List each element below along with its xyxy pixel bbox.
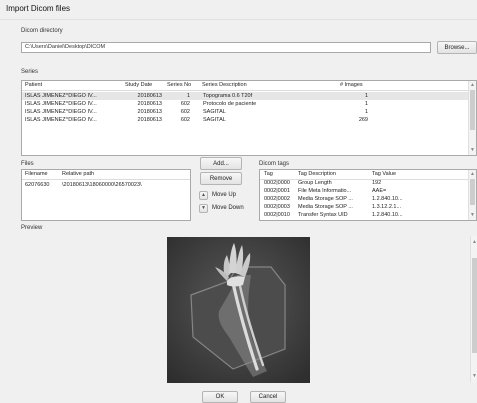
series-row[interactable]: ISLAS JIMENEZ^DIEGO IV... 20180613 602 S…: [22, 116, 471, 124]
series-col-patient[interactable]: Patient: [25, 81, 42, 90]
series-row[interactable]: ISLAS JIMENEZ^DIEGO IV... 20180613 602 P…: [22, 100, 471, 108]
tags-row[interactable]: 0002|0003 Media Storage SOP ... 1.3.12.2…: [260, 203, 471, 211]
remove-button[interactable]: Remove: [200, 172, 242, 185]
dicom-tags-label: Dicom tags: [259, 161, 290, 167]
tag-cell-tag: 0002|0001: [264, 188, 290, 194]
series-cell-desc: SAGITAL: [203, 109, 226, 115]
window-title: Import Dicom files: [6, 4, 71, 13]
series-col-study-date[interactable]: Study Date: [125, 81, 152, 90]
tag-cell-value: 192: [372, 180, 382, 186]
series-col-series-no[interactable]: Series No: [167, 81, 191, 90]
series-label: Series: [21, 69, 39, 75]
xray-preview-image: [167, 237, 310, 383]
tags-row[interactable]: 0002|0001 File Meta Informatio... AAE=: [260, 187, 471, 195]
series-cell-no: 602: [180, 109, 190, 115]
tag-cell-value: AAE=: [372, 188, 387, 194]
series-cell-images: 1: [364, 109, 368, 115]
move-down-label: Move Down: [212, 205, 244, 211]
tags-row[interactable]: 0002|0000 Group Length 192: [260, 179, 471, 187]
move-up-label: Move Up: [212, 192, 237, 198]
series-cell-no: 1: [186, 93, 190, 99]
series-cell-images: 1: [364, 101, 368, 107]
move-up-control[interactable]: ▲ Move Up: [199, 190, 249, 200]
tags-col-description[interactable]: Tag Description: [298, 170, 336, 179]
series-table[interactable]: Patient Study Date Series No Series Desc…: [21, 80, 477, 156]
dicom-directory-label: Dicom directory: [21, 28, 63, 34]
tags-col-value[interactable]: Tag Value: [372, 170, 396, 179]
dicom-tags-table[interactable]: Tag Tag Description Tag Value 0002|0000 …: [259, 169, 477, 221]
series-cell-no: 602: [180, 101, 190, 107]
series-col-description[interactable]: Series Description: [202, 81, 247, 90]
tag-cell-value: 1.3.12.2.1...: [372, 204, 402, 210]
files-table-header: Filename Relative path: [22, 170, 190, 180]
series-cell-patient: ISLAS JIMENEZ^DIEGO IV...: [25, 109, 97, 115]
ok-button[interactable]: OK: [202, 391, 238, 403]
files-table[interactable]: Filename Relative path 62076630 \2018061…: [21, 169, 191, 221]
tag-cell-value: 1.2.840.10...: [372, 212, 403, 218]
title-separator: [0, 19, 477, 20]
series-row[interactable]: ISLAS JIMENEZ^DIEGO IV... 20180613 1 Top…: [22, 92, 471, 100]
files-row[interactable]: 62076630 \20180613\18060000\26570023\: [22, 181, 190, 189]
files-col-relative-path[interactable]: Relative path: [62, 170, 94, 179]
scroll-up-icon[interactable]: ▲: [472, 240, 477, 245]
tag-cell-desc: Group Length: [298, 180, 332, 186]
series-cell-date: 20180613: [137, 117, 162, 123]
series-cell-date: 20180613: [137, 101, 162, 107]
browse-button[interactable]: Browse...: [437, 41, 477, 54]
tag-cell-desc: Transfer Syntax UID: [298, 212, 348, 218]
scroll-down-icon[interactable]: ▼: [472, 374, 477, 379]
tag-cell-tag: 0002|0003: [264, 204, 290, 210]
cancel-button[interactable]: Cancel: [250, 391, 286, 403]
preview-scrollbar[interactable]: ▲ ▼: [470, 236, 477, 382]
series-table-header: Patient Study Date Series No Series Desc…: [22, 81, 471, 91]
scroll-up-icon[interactable]: ▲: [470, 83, 475, 88]
xray-arm-image: [167, 237, 310, 383]
add-button[interactable]: Add...: [200, 157, 242, 170]
tags-row[interactable]: 0002|0010 Transfer Syntax UID 1.2.840.10…: [260, 211, 471, 219]
dicom-directory-input[interactable]: C:\Users\Daniel\Desktop\DICOM: [21, 42, 431, 53]
series-cell-no: 602: [180, 117, 190, 123]
tag-cell-desc: Media Storage SOP ...: [298, 204, 353, 210]
tag-cell-desc: File Meta Informatio...: [298, 188, 352, 194]
scroll-thumb[interactable]: [470, 90, 475, 130]
series-col-images[interactable]: # Images: [340, 81, 363, 90]
tags-row[interactable]: 0002|0002 Media Storage SOP ... 1.2.840.…: [260, 195, 471, 203]
preview-label: Preview: [21, 225, 43, 231]
scroll-down-icon[interactable]: ▼: [470, 213, 475, 218]
tag-cell-tag: 0002|0010: [264, 212, 290, 218]
series-cell-patient: ISLAS JIMENEZ^DIEGO IV...: [25, 101, 97, 107]
series-scrollbar[interactable]: ▲ ▼: [468, 81, 476, 155]
series-cell-desc: Protocolo de paciente: [203, 101, 257, 107]
tag-cell-tag: 0002|0002: [264, 196, 290, 202]
scroll-thumb[interactable]: [470, 179, 475, 205]
series-cell-images: 269: [358, 117, 368, 123]
tags-col-tag[interactable]: Tag: [264, 170, 273, 179]
tag-cell-tag: 0002|0000: [264, 180, 290, 186]
series-cell-patient: ISLAS JIMENEZ^DIEGO IV...: [25, 117, 97, 123]
series-cell-date: 20180613: [137, 93, 162, 99]
tags-scrollbar[interactable]: ▲ ▼: [468, 170, 476, 220]
scroll-down-icon[interactable]: ▼: [470, 148, 475, 153]
files-label: Files: [21, 161, 34, 167]
series-cell-patient: ISLAS JIMENEZ^DIEGO IV...: [25, 93, 97, 99]
series-cell-images: 1: [364, 93, 368, 99]
series-cell-desc: SAGITAL: [203, 117, 226, 123]
files-cell-path: \20180613\18060000\26570023\: [62, 182, 142, 188]
series-cell-desc: Topograma 0.6 T20f: [203, 93, 253, 99]
move-down-control[interactable]: ▼ Move Down: [199, 203, 249, 213]
arrow-down-icon[interactable]: ▼: [199, 203, 208, 213]
series-cell-date: 20180613: [137, 109, 162, 115]
tag-cell-value: 1.2.840.10...: [372, 196, 403, 202]
files-col-filename[interactable]: Filename: [25, 170, 48, 179]
series-row[interactable]: ISLAS JIMENEZ^DIEGO IV... 20180613 602 S…: [22, 108, 471, 116]
scroll-up-icon[interactable]: ▲: [470, 172, 475, 177]
arrow-up-icon[interactable]: ▲: [199, 190, 208, 200]
scroll-thumb[interactable]: [472, 258, 477, 353]
tag-cell-desc: Media Storage SOP ...: [298, 196, 353, 202]
files-cell-filename: 62076630: [25, 182, 50, 188]
